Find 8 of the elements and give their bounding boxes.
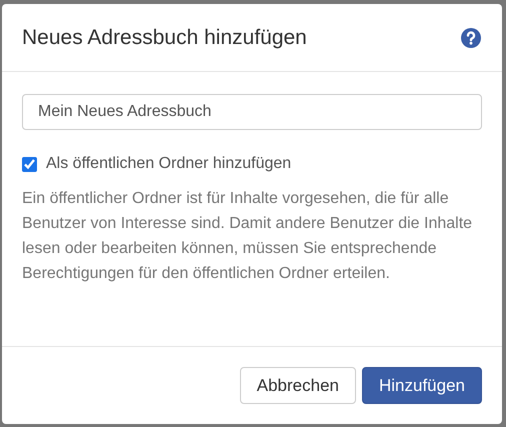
- name-field[interactable]: Mein Neues Adressbuch: [22, 94, 482, 130]
- help-icon[interactable]: [461, 28, 481, 48]
- checkbox-label: Als öffentlichen Ordner hinzufügen: [46, 154, 292, 174]
- add-button[interactable]: Hinzufügen: [362, 367, 482, 404]
- description-text: Ein öffentlicher Ordner ist für Inhalte vorgesehen, die für alle Benutzer von Interesse sind. Damit andere Benutzer die Inhalte lesen oder bearbeiten können, müssen Sie entsprechende Berechtigungen für den öffentlichen Ordner erteilen.: [22, 189, 474, 284]
- dialog-title: Neues Adressbuch hinzufügen: [22, 24, 307, 51]
- public-checkbox[interactable]: [22, 156, 37, 172]
- cancel-button[interactable]: Abbrechen: [240, 367, 356, 404]
